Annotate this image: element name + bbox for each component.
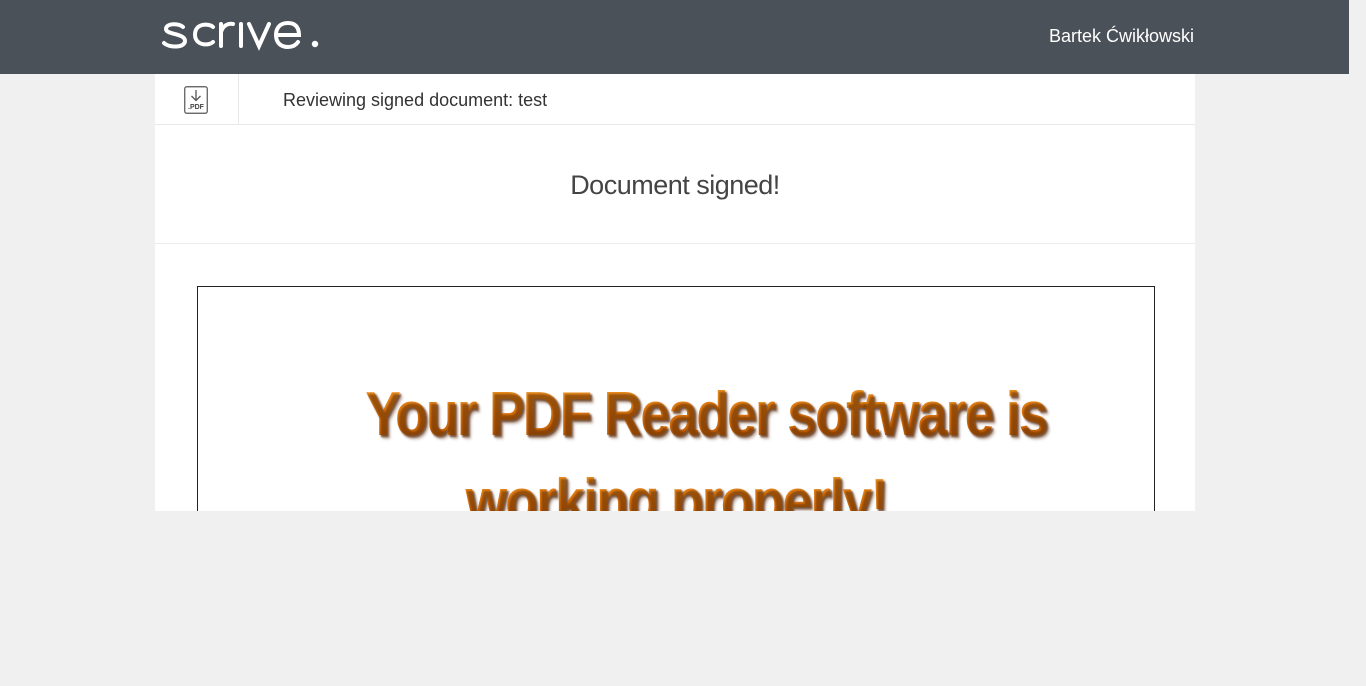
pdf-preview[interactable]: Your PDF Reader software is working prop… — [197, 286, 1155, 511]
scrive-logo[interactable] — [161, 14, 323, 56]
status-section: Document signed! — [155, 125, 1195, 244]
document-header: .PDF Reviewing signed document: test — [155, 74, 1195, 125]
document-title: Reviewing signed document: test — [283, 90, 548, 110]
scrive-logo-icon — [162, 20, 319, 51]
pdf-text-line-1: Your PDF Reader software is — [295, 380, 1117, 450]
pdf-icon-label: .PDF — [188, 104, 205, 111]
pdf-text-line-2: working properly! — [265, 467, 1087, 511]
top-bar: Bartek Ćwikłowski — [0, 0, 1349, 74]
status-message: Document signed! — [570, 170, 780, 200]
user-name[interactable]: Bartek Ćwikłowski — [1049, 25, 1194, 47]
download-pdf-button[interactable]: .PDF — [155, 74, 239, 124]
document-page: .PDF Reviewing signed document: test Doc… — [155, 74, 1195, 511]
pdf-download-icon: .PDF — [184, 86, 208, 114]
